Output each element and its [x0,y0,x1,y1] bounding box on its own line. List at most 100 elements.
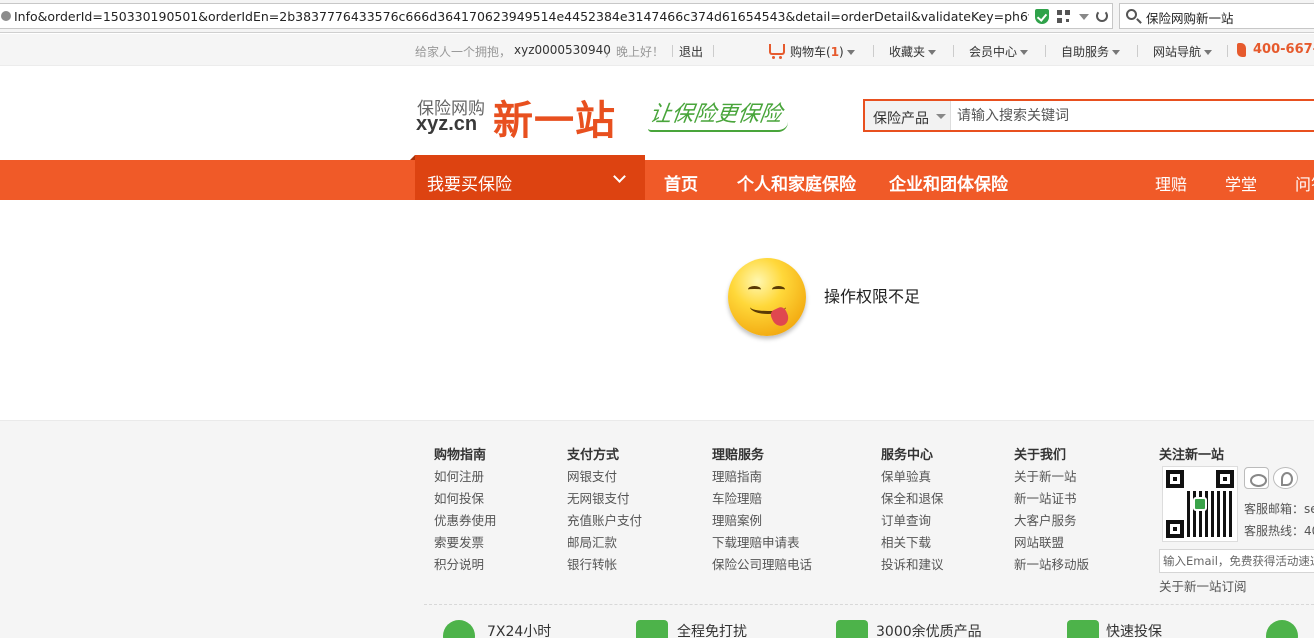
page-globe-icon [1,11,11,21]
subscribe-link[interactable]: 关于新一站订阅 [1159,576,1247,595]
divider [873,45,874,57]
site-topbar: 给家人一个拥抱， xyz0000530940 ，晚上好！ 退出 购物车(1) 收… [0,34,1314,66]
cart-label: 购物车( [790,45,831,59]
footer-link[interactable]: 充值账户支付 [567,510,642,532]
search-category-select[interactable]: 保险产品 [865,101,951,130]
chevron-down-icon [846,50,855,55]
nav-qa[interactable]: 问答 [1295,171,1314,195]
chevron-down-icon [936,114,946,119]
footer-link[interactable]: 理赔指南 [712,466,812,488]
footer-link[interactable]: 投诉和建议 [881,554,944,576]
username-link[interactable]: xyz0000530940 [514,43,611,57]
footer-link[interactable]: 网站联盟 [1014,532,1089,554]
footer-link[interactable]: 车险理赔 [712,488,812,510]
slogan-swoosh [648,122,788,132]
footer-col-payment: 支付方式 网银支付 无网银支付 充值账户支付 邮局汇款 银行转帐 [567,444,642,576]
nav-claims[interactable]: 理赔 [1155,171,1187,195]
divider [953,45,954,57]
cart-icon[interactable] [769,44,785,59]
footer-link[interactable]: 下载理赔申请表 [712,532,812,554]
buy-insurance-menu[interactable]: 我要买保险 [410,155,645,200]
browser-search-box[interactable]: 保险网购新一站 [1119,3,1314,29]
divider [1137,45,1138,57]
footer-divider [424,604,1314,605]
footer-link[interactable]: 如何投保 [434,488,497,510]
footer-link[interactable]: 如何注册 [434,466,497,488]
nav-home[interactable]: 首页 [664,170,698,195]
phone-icon [1237,43,1246,57]
social-share-icon[interactable] [1273,467,1298,489]
search-input[interactable] [957,105,1314,127]
favorites-menu[interactable]: 收藏夹 [889,43,937,60]
product-list-icon [836,620,868,638]
footer-col-shopping-guide: 购物指南 如何注册 如何投保 优惠券使用 索要发票 积分说明 [434,444,497,576]
footer-link[interactable]: 保险公司理赔电话 [712,554,812,576]
address-bar[interactable]: Info&orderId=150330190501&orderIdEn=2b38… [0,3,1113,29]
wechat-qr-code [1162,466,1238,542]
footer-link[interactable]: 无网银支付 [567,488,642,510]
footer-link[interactable]: 优惠券使用 [434,510,497,532]
divider [1227,45,1228,57]
page-root: { "browser": { "url": "Info&orderId=1503… [0,0,1314,638]
footer-link[interactable]: 保单验真 [881,466,944,488]
reload-icon[interactable] [1096,10,1108,22]
cart-label-close: ) [839,45,844,59]
follow-title: 关注新一站 [1159,448,1225,463]
footer-link[interactable]: 银行转帐 [567,554,642,576]
member-center-menu[interactable]: 会员中心 [969,43,1029,60]
footer-col-title: 关于我们 [1014,448,1067,463]
footer-link[interactable]: 新一站证书 [1014,488,1089,510]
footer-col-title: 购物指南 [434,448,487,463]
hotline-number: 400-667-5 [1253,42,1314,57]
security-shield-icon[interactable] [1035,9,1049,24]
qr-code-icon[interactable] [1057,10,1070,23]
footer-link[interactable]: 关于新一站 [1014,466,1089,488]
address-url[interactable]: Info&orderId=150330190501&orderIdEn=2b38… [14,9,1029,24]
footer-link[interactable]: 新一站移动版 [1014,554,1089,576]
service-email: 客服邮箱：se [1244,502,1314,516]
nav-academy[interactable]: 学堂 [1225,171,1257,195]
greeting-text: 给家人一个拥抱， [415,45,512,59]
site-nav-label: 网站导航 [1153,45,1202,59]
footer-link[interactable]: 积分说明 [434,554,497,576]
footer-link[interactable]: 大客户服务 [1014,510,1089,532]
buy-insurance-label: 我要买保险 [427,175,512,195]
logout-link[interactable]: 退出 [679,43,703,60]
footer-link[interactable]: 索要发票 [434,532,497,554]
nav-enterprise-group[interactable]: 企业和团体保险 [889,170,1008,195]
evening-greeting: ，晚上好！ [604,45,665,59]
footer-link[interactable]: 邮局汇款 [567,532,642,554]
footer-link[interactable]: 订单查询 [881,510,944,532]
site-nav-menu[interactable]: 网站导航 [1153,43,1213,60]
service-hotline: 客服热线：40 [1244,524,1314,538]
cart-link[interactable]: 购物车(1) [790,43,855,60]
self-service-label: 自助服务 [1061,45,1110,59]
main-nav [0,160,1314,200]
footer-link[interactable]: 理赔案例 [712,510,812,532]
no-disturb-icon [636,620,668,638]
dropdown-arrow-icon[interactable] [1079,14,1089,20]
feature-label: 快速投保 [1106,624,1162,638]
chevron-down-icon [928,50,937,55]
browser-search-query[interactable]: 保险网购新一站 [1146,8,1234,27]
footer-col-about-us: 关于我们 关于新一站 新一站证书 大客户服务 网站联盟 新一站移动版 [1014,444,1089,576]
subscribe-email-input[interactable] [1159,549,1314,573]
divider [672,45,673,57]
self-service-menu[interactable]: 自助服务 [1061,43,1121,60]
footer-col-service-center: 服务中心 保单验真 保全和退保 订单查询 相关下载 投诉和建议 [881,444,944,576]
feature-label: 3000余优质产品 [876,624,982,638]
footer-col-title: 服务中心 [881,448,934,463]
member-center-label: 会员中心 [969,45,1018,59]
nav-personal-family[interactable]: 个人和家庭保险 [737,170,856,195]
footer [0,420,1314,638]
footer-link[interactable]: 网银支付 [567,466,642,488]
chevron-down-icon [1112,50,1121,55]
footer-link[interactable]: 相关下载 [881,532,944,554]
chevron-down-icon [613,170,626,183]
feature-label: 全程免打扰 [677,624,747,638]
footer-col-claims: 理赔服务 理赔指南 车险理赔 理赔案例 下载理赔申请表 保险公司理赔电话 [712,444,812,576]
lightning-icon [1067,620,1099,638]
footer-link[interactable]: 保全和退保 [881,488,944,510]
weibo-icon[interactable] [1244,467,1269,489]
feature-label: 7X24小时 [487,624,552,638]
